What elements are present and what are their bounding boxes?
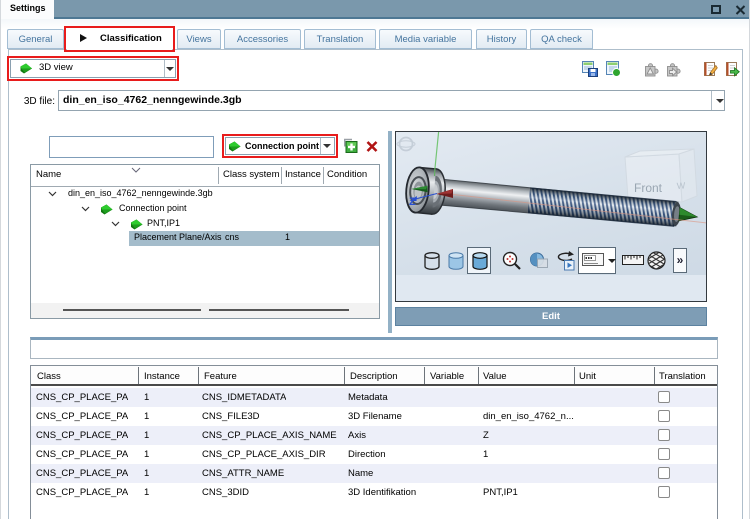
svg-text:Z: Z <box>409 196 416 208</box>
svg-text:W: W <box>676 180 686 191</box>
svg-text:Front: Front <box>634 181 663 195</box>
